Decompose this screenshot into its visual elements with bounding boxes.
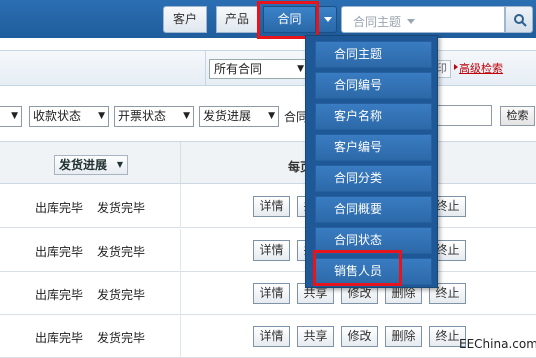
stock-status: 出库完毕 <box>35 201 84 215</box>
edit-button[interactable]: 修改 <box>341 326 378 347</box>
search-field-label: 合同主题 <box>353 15 402 29</box>
advanced-search-link[interactable]: 高级检索 <box>454 60 503 76</box>
chevron-down-icon: ▼ <box>297 64 304 74</box>
column-divider <box>180 315 181 358</box>
payment-status-select[interactable]: 收款状态 ▼ <box>29 106 109 127</box>
column-divider <box>180 185 181 228</box>
divider <box>205 51 206 85</box>
shipping-progress-column-header[interactable]: 发货进展 ▼ <box>54 155 128 175</box>
menu-item-customer-name[interactable]: 客户名称 <box>315 103 432 130</box>
shipping-status: 发货完毕 <box>97 288 146 302</box>
contract-scope-select[interactable]: 所有合同 ▼ <box>209 59 309 79</box>
column-divider <box>180 229 181 272</box>
menu-item-customer-number[interactable]: 客户编号 <box>315 134 432 161</box>
table-row: 出库完毕 发货完毕 详情 共享 修改 删除 终止 <box>0 229 536 272</box>
table-row: 出库完毕 发货完毕 详情 共享 修改 删除 终止 <box>0 272 536 315</box>
shipping-progress-label: 发货进展 <box>203 109 252 123</box>
nav-contract-dropdown-toggle[interactable] <box>318 6 337 33</box>
detail-button[interactable]: 详情 <box>253 326 290 347</box>
detail-button[interactable]: 详情 <box>253 196 290 217</box>
chevron-down-icon: ▼ <box>98 111 105 121</box>
shipping-status: 发货完毕 <box>97 201 146 215</box>
search-field-selector[interactable]: 合同主题 <box>341 6 505 33</box>
watermark: EEChina.com <box>459 337 536 351</box>
contract-scope-value: 所有合同 <box>214 62 263 76</box>
stock-status: 出库完毕 <box>35 245 84 259</box>
menu-item-contract-summary[interactable]: 合同概要 <box>315 196 432 223</box>
chevron-down-icon <box>407 19 415 24</box>
advanced-search-label: 高级检索 <box>459 62 503 75</box>
detail-button[interactable]: 详情 <box>253 240 290 261</box>
nav-customer-button[interactable]: 客户 <box>163 6 207 33</box>
menu-item-contract-number[interactable]: 合同编号 <box>315 72 432 99</box>
shipping-status: 发货完毕 <box>97 245 146 259</box>
highlight-box-contract <box>257 1 319 39</box>
delete-button[interactable]: 删除 <box>385 326 422 347</box>
search-icon <box>514 14 527 27</box>
shipping-status: 发货完毕 <box>97 331 146 345</box>
share-button[interactable]: 共享 <box>297 326 334 347</box>
search-button[interactable] <box>505 6 533 33</box>
chevron-down-icon: ▼ <box>11 111 18 121</box>
payment-status-label: 收款状态 <box>33 109 82 123</box>
stock-status: 出库完毕 <box>35 288 84 302</box>
menu-item-contract-subject[interactable]: 合同主题 <box>315 41 432 68</box>
shipping-progress-select[interactable]: 发货进展 ▼ <box>199 106 279 127</box>
table-row: 出库完毕 发货完毕 详情 共享 修改 删除 终止 <box>0 185 536 228</box>
chevron-down-icon: ▼ <box>268 111 275 121</box>
invoice-status-select[interactable]: 开票状态 ▼ <box>114 106 194 127</box>
filter-search-button[interactable]: 检索 <box>500 106 535 126</box>
highlight-box-salesperson <box>313 250 402 286</box>
shipping-progress-column-label: 发货进展 <box>59 158 108 172</box>
menu-item-contract-category[interactable]: 合同分类 <box>315 165 432 192</box>
stock-status: 出库完毕 <box>35 331 84 345</box>
chevron-down-icon: ▼ <box>183 111 190 121</box>
keyword-input[interactable] <box>437 105 492 126</box>
chevron-down-icon <box>324 17 332 22</box>
detail-button[interactable]: 详情 <box>253 283 290 304</box>
column-divider <box>180 272 181 315</box>
invoice-status-label: 开票状态 <box>118 109 167 123</box>
nav-product-button[interactable]: 产品 <box>216 6 258 33</box>
table-row: 出库完毕 发货完毕 详情 共享 修改 删除 终止 <box>0 315 536 358</box>
filter-select[interactable]: ▼ <box>0 106 22 127</box>
column-divider <box>180 142 181 185</box>
chevron-down-icon: ▼ <box>116 160 123 169</box>
